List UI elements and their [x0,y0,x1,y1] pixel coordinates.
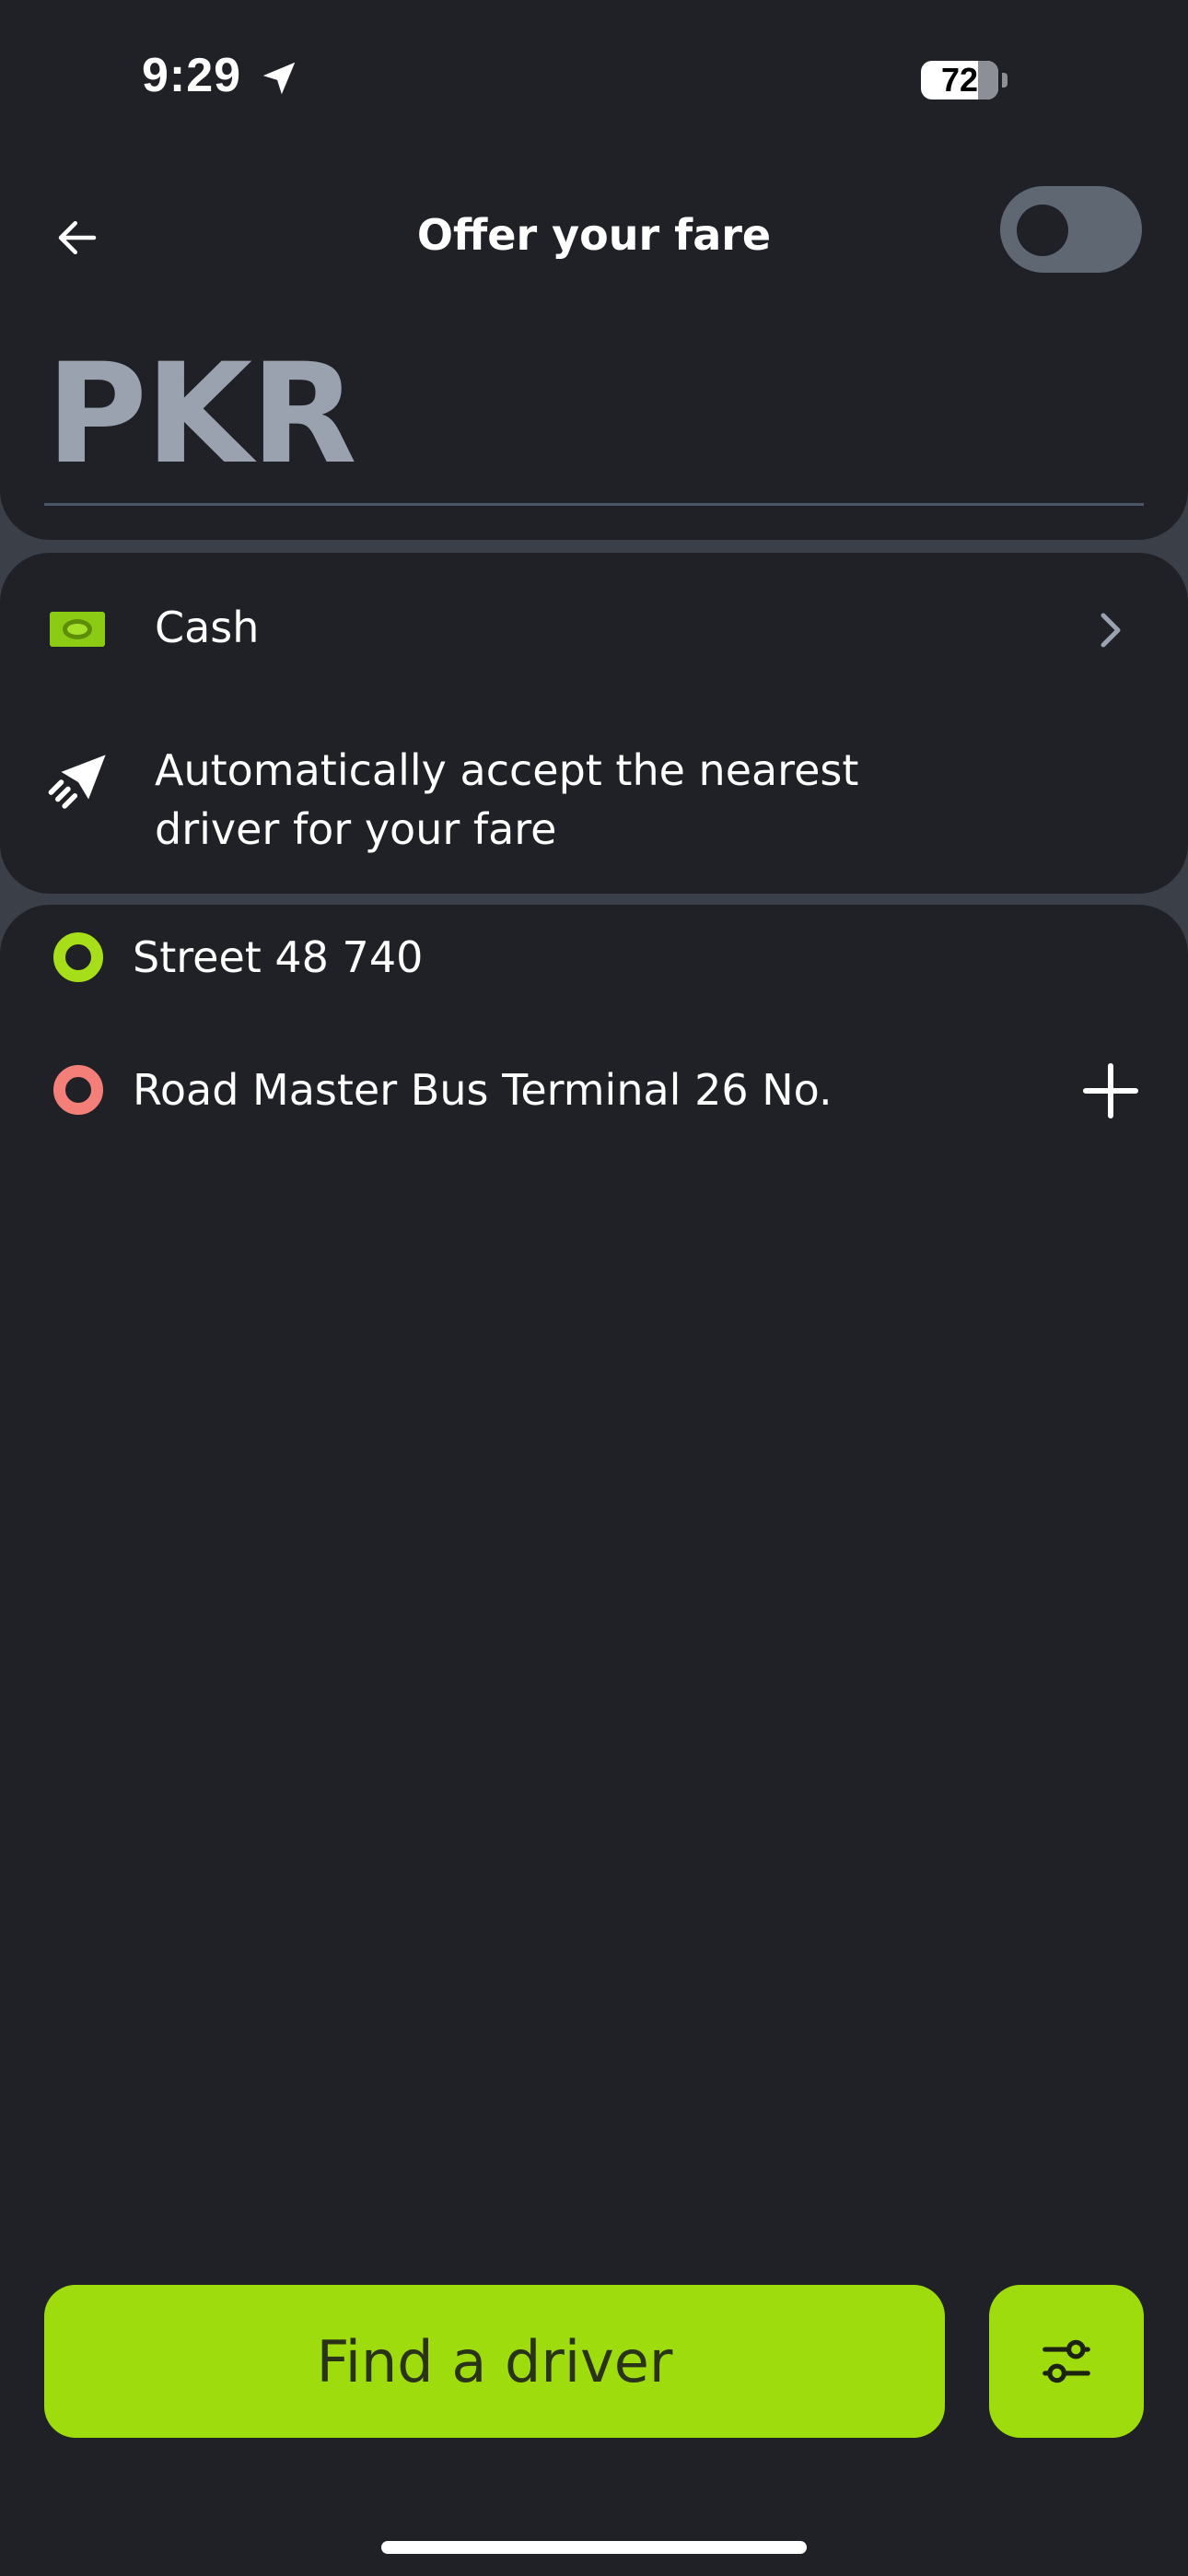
toggle-knob [1017,205,1068,256]
destination-address: Road Master Bus Terminal 26 No. [133,1065,833,1115]
find-driver-button[interactable]: Find a driver [44,2285,945,2438]
battery-icon: 72 [921,61,998,100]
offer-fare-screen: 9:29 72 Offer your fare PKR Cash Automat… [0,0,1188,2576]
auto-accept-row: Automatically accept the nearest driver … [0,724,1188,872]
home-indicator [381,2541,807,2554]
pickup-address: Street 48 740 [133,932,424,982]
destination-dot-icon [53,1065,103,1115]
chevron-right-icon [1101,613,1121,648]
auto-accept-toggle[interactable] [1000,186,1142,273]
pickup-row[interactable]: Street 48 740 [0,905,1188,1006]
add-stop-button[interactable] [1077,1058,1144,1124]
fare-input-underline [44,503,1144,506]
auto-accept-label: Automatically accept the nearest driver … [155,745,859,854]
destination-row[interactable]: Road Master Bus Terminal 26 No. [0,1037,1188,1139]
battery-level: 72 [940,61,979,99]
status-time: 9:29 [142,49,242,102]
payment-method-row[interactable]: Cash [0,553,1188,706]
fare-card: 9:29 72 Offer your fare PKR [0,0,1188,540]
status-bar: 9:29 72 [0,0,1188,147]
cash-icon [50,612,105,647]
location-arrow-icon [262,62,296,95]
fare-input[interactable]: PKR [46,341,357,488]
filter-icon [1042,2339,1090,2383]
payment-method-label: Cash [155,603,260,652]
paper-plane-icon [48,755,106,809]
battery-nub [1002,73,1007,88]
options-card: Cash Automatically accept the nearest dr… [0,553,1188,894]
pickup-dot-icon [53,932,103,982]
ride-options-button[interactable] [989,2285,1144,2438]
